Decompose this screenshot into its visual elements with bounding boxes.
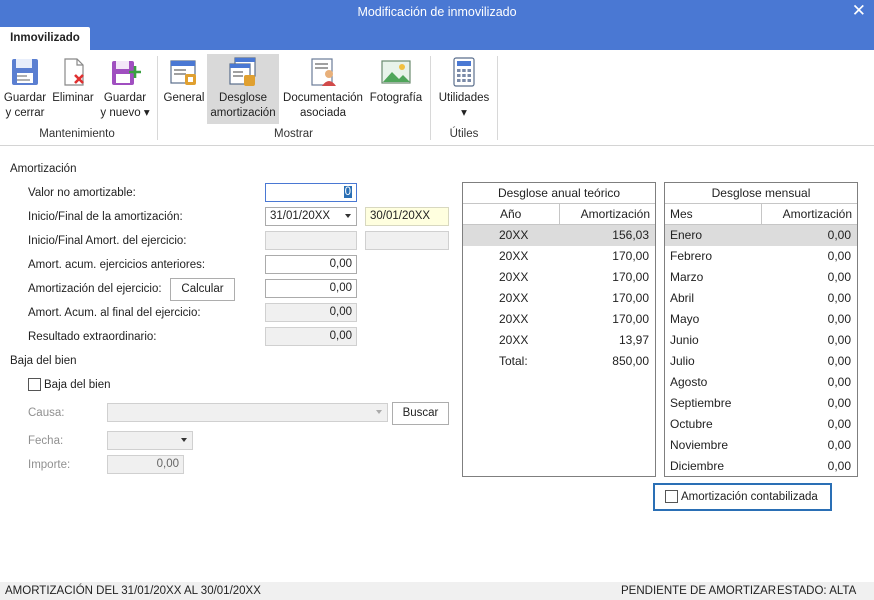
group-label-mantenimiento: Mantenimiento [39,128,115,140]
table-row[interactable]: 20XX 13,97 [463,330,655,351]
acum-final-field: 0,00 [265,303,357,322]
calcular-button[interactable]: Calcular [170,278,235,301]
photo-icon [381,60,411,84]
save-close-icon [12,59,38,85]
amort-ejercicio-label: Amortización del ejercicio: [28,283,162,295]
general-button[interactable]: General [161,54,207,124]
documents-icon [311,58,336,86]
window-title: Modificación de inmovilizado [357,5,517,19]
table-row[interactable]: Junio 0,00 [665,330,857,351]
buscar-button[interactable]: Buscar [392,402,449,425]
desglose-mensual-title: Desglose mensual [665,183,857,204]
status-estado: ESTADO: ALTA [777,585,857,597]
ribbon-tabstrip: Inmovilizado [0,24,874,50]
inicio-final-label: Inicio/Final de la amortización: [28,211,183,223]
table-row[interactable]: Octubre 0,00 [665,414,857,435]
title-bar: Modificación de inmovilizado ✕ [0,0,874,24]
table-row[interactable]: Septiembre 0,00 [665,393,857,414]
valor-no-amortizable-input[interactable]: 0 [265,183,357,202]
acum-final-label: Amort. Acum. al final del ejercicio: [28,307,201,319]
contabilizada-focus-frame[interactable]: Amortización contabilizada [653,483,832,511]
calculator-icon [453,57,475,87]
contabilizada-checkbox[interactable] [665,490,678,503]
save-and-close-button[interactable]: Guardar y cerrar [2,54,48,124]
table-row[interactable]: Diciembre 0,00 [665,456,857,477]
group-label-mostrar: Mostrar [274,128,313,140]
group-label-utiles: Útiles [449,128,479,140]
acum-anteriores-label: Amort. acum. ejercicios anteriores: [28,259,206,271]
col-header-amount[interactable]: Amortización [783,204,852,225]
delete-icon [64,58,84,86]
table-row[interactable]: Julio 0,00 [665,351,857,372]
close-icon[interactable]: ✕ [852,1,866,21]
status-bar: AMORTIZACIÓN DEL 31/01/20XX AL 30/01/20X… [0,582,874,600]
status-pendiente: PENDIENTE DE AMORTIZAR [621,585,777,597]
importe-label: Importe: [28,459,71,471]
amort-ejercicio-input[interactable]: 0,00 [265,279,357,298]
table-row[interactable]: 20XX 170,00 [463,246,655,267]
desglose-amortizacion-button[interactable]: Desglose amortización [207,54,279,124]
save-and-new-button[interactable]: Guardar y nuevo ▾ [98,54,152,124]
table-row[interactable]: Abril 0,00 [665,288,857,309]
valor-no-amortizable-label: Valor no amortizable: [28,187,136,199]
status-periodo: AMORTIZACIÓN DEL 31/01/20XX AL 30/01/20X… [5,585,261,597]
final-ejercicio-field [365,231,449,250]
table-row[interactable]: Marzo 0,00 [665,267,857,288]
inicio-date-picker[interactable]: 31/01/20XX [265,207,357,226]
desglose-anual-grid: Desglose anual teórico Año Amortización … [462,182,656,477]
tab-inmovilizado[interactable]: Inmovilizado [0,27,90,50]
desglose-anual-title: Desglose anual teórico [463,183,655,204]
table-row[interactable]: 20XX 170,00 [463,288,655,309]
documentacion-asociada-button[interactable]: Documentación asociada [281,54,365,124]
table-row[interactable]: Enero 0,00 [665,225,857,246]
col-header-month[interactable]: Mes [670,204,693,225]
ribbon-separator [430,56,431,140]
general-icon [170,60,196,85]
table-row[interactable]: 20XX 170,00 [463,309,655,330]
baja-checkbox-label: Baja del bien [44,379,111,391]
fecha-label: Fecha: [28,435,64,447]
table-row[interactable]: Noviembre 0,00 [665,435,857,456]
fecha-date-picker [107,431,193,450]
table-row[interactable]: 20XX 156,03 [463,225,655,246]
baja-checkbox[interactable] [28,378,41,391]
desglose-mensual-header: Mes Amortización [665,204,857,225]
table-row[interactable]: Mayo 0,00 [665,309,857,330]
ribbon: Guardar y cerrar Eliminar Guardar y nuev… [0,50,874,146]
fotografia-button[interactable]: Fotografía [367,54,425,124]
save-new-icon [112,61,141,85]
importe-field: 0,00 [107,455,184,474]
breakdown-icon [229,57,256,86]
causa-select [107,403,388,422]
table-row[interactable]: Febrero 0,00 [665,246,857,267]
resultado-label: Resultado extraordinario: [28,331,157,343]
acum-anteriores-input[interactable]: 0,00 [265,255,357,274]
resultado-field: 0,00 [265,327,357,346]
chevron-down-icon [376,410,382,414]
delete-button[interactable]: Eliminar [50,54,96,124]
inicio-ejercicio-field [265,231,357,250]
total-row: Total: 850,00 [499,354,649,368]
ribbon-separator [497,56,498,140]
final-date-field: 30/01/20XX [365,207,449,226]
table-row[interactable]: Agosto 0,00 [665,372,857,393]
desglose-anual-header: Año Amortización [463,204,655,225]
ribbon-separator [157,56,158,140]
inicio-final-ejercicio-label: Inicio/Final Amort. del ejercicio: [28,235,187,247]
desglose-mensual-grid: Desglose mensual Mes Amortización Enero 0… [664,182,858,477]
col-header-year[interactable]: Año [500,204,521,225]
utilidades-button[interactable]: Utilidades ▾ [435,54,493,124]
chevron-down-icon[interactable] [345,214,351,218]
table-row[interactable]: 20XX 170,00 [463,267,655,288]
causa-label: Causa: [28,407,65,419]
contabilizada-label: Amortización contabilizada [681,491,818,503]
section-title-amortizacion: Amortización [10,163,77,175]
col-header-amount[interactable]: Amortización [581,204,650,225]
chevron-down-icon [181,438,187,442]
section-title-baja: Baja del bien [10,355,77,367]
